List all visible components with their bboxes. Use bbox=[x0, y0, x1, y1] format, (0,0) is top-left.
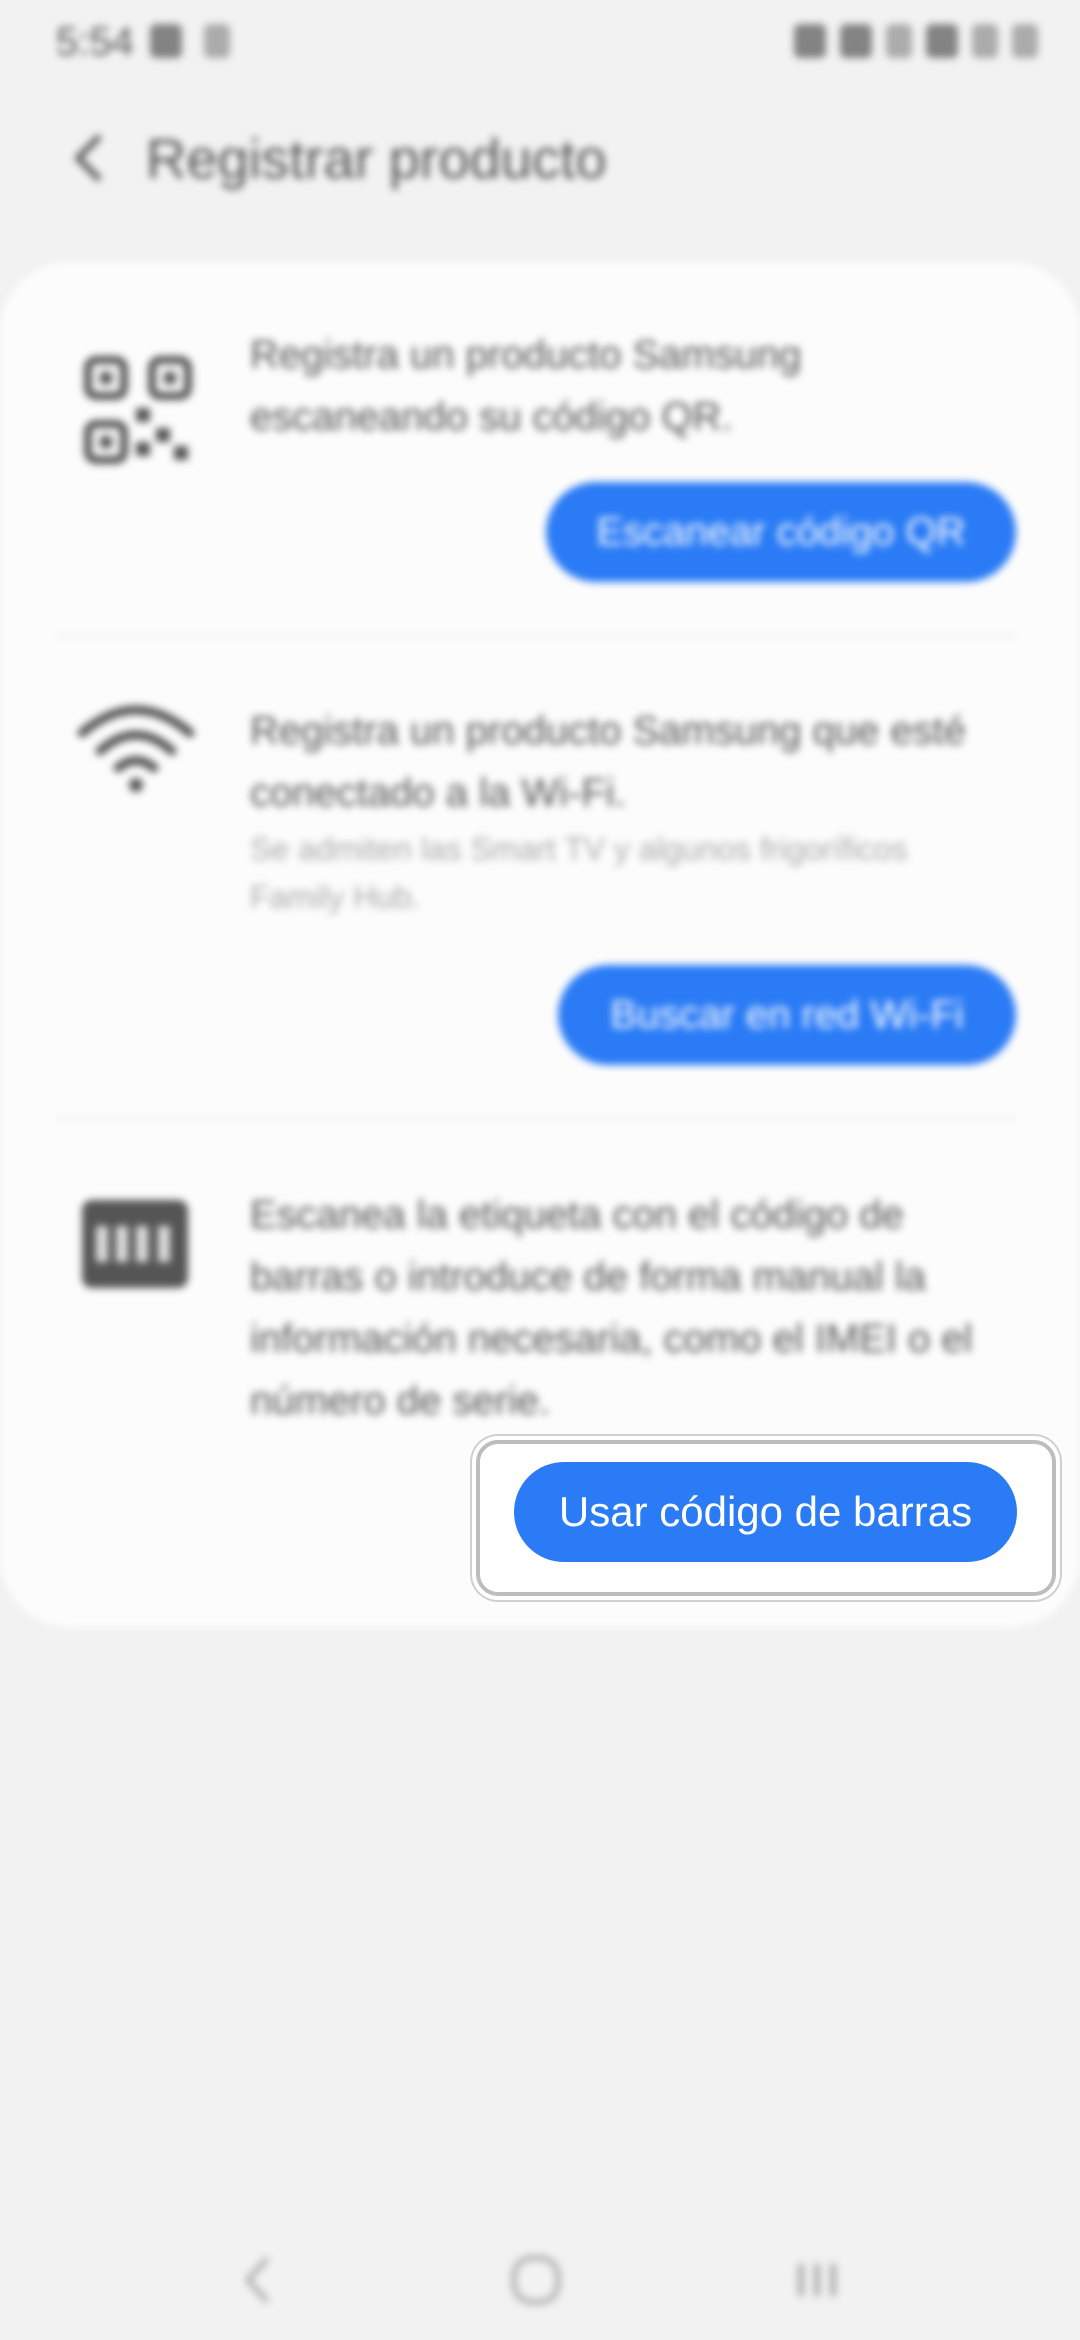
signal-icon bbox=[972, 24, 998, 58]
divider bbox=[56, 1118, 1016, 1120]
wifi-description: Registra un producto Samsung que esté co… bbox=[250, 709, 966, 815]
qr-description: Registra un producto Samsung escaneando … bbox=[250, 333, 802, 439]
app-header: Registrar producto bbox=[0, 118, 1080, 198]
wifi-subtext: Se admiten las Smart TV y algunos frigor… bbox=[250, 831, 908, 915]
chevron-left-icon bbox=[75, 135, 101, 181]
registration-options-card: Registra un producto Samsung escaneando … bbox=[0, 262, 1080, 1627]
battery-icon bbox=[1012, 24, 1038, 58]
navigation-bar bbox=[0, 2230, 1080, 2330]
nav-back-icon[interactable] bbox=[222, 2250, 292, 2310]
use-barcode-button[interactable]: Usar código de barras bbox=[514, 1462, 1017, 1562]
blurred-background: 5:54 Registrar producto Registra un prod… bbox=[0, 0, 1080, 2340]
barcode-icon bbox=[80, 1198, 196, 1314]
wifi-status-icon bbox=[886, 24, 912, 58]
screen: 5:54 Registrar producto Registra un prod… bbox=[0, 0, 1080, 2340]
wifi-icon bbox=[76, 695, 195, 811]
scan-qr-button[interactable]: Escanear código QR bbox=[546, 482, 1016, 582]
status-bar: 5:54 bbox=[0, 0, 1080, 90]
back-button[interactable] bbox=[60, 128, 120, 188]
status-time: 5:54 bbox=[56, 20, 134, 64]
music-note-icon bbox=[204, 24, 230, 58]
qr-code-icon bbox=[80, 352, 196, 468]
status-right-icons bbox=[794, 24, 1038, 58]
status-left-icons bbox=[150, 24, 230, 58]
nav-home-icon[interactable] bbox=[500, 2250, 570, 2310]
image-icon bbox=[150, 24, 182, 58]
data-icon bbox=[926, 24, 958, 58]
nfc-icon bbox=[794, 24, 826, 58]
nav-recents-icon[interactable] bbox=[782, 2250, 852, 2310]
barcode-description: Escanea la etiqueta con el código de bar… bbox=[250, 1193, 973, 1423]
mute-icon bbox=[840, 24, 872, 58]
page-title: Registrar producto bbox=[146, 127, 607, 190]
search-wifi-button[interactable]: Buscar en red Wi-Fi bbox=[558, 965, 1016, 1065]
divider bbox=[56, 635, 1016, 637]
